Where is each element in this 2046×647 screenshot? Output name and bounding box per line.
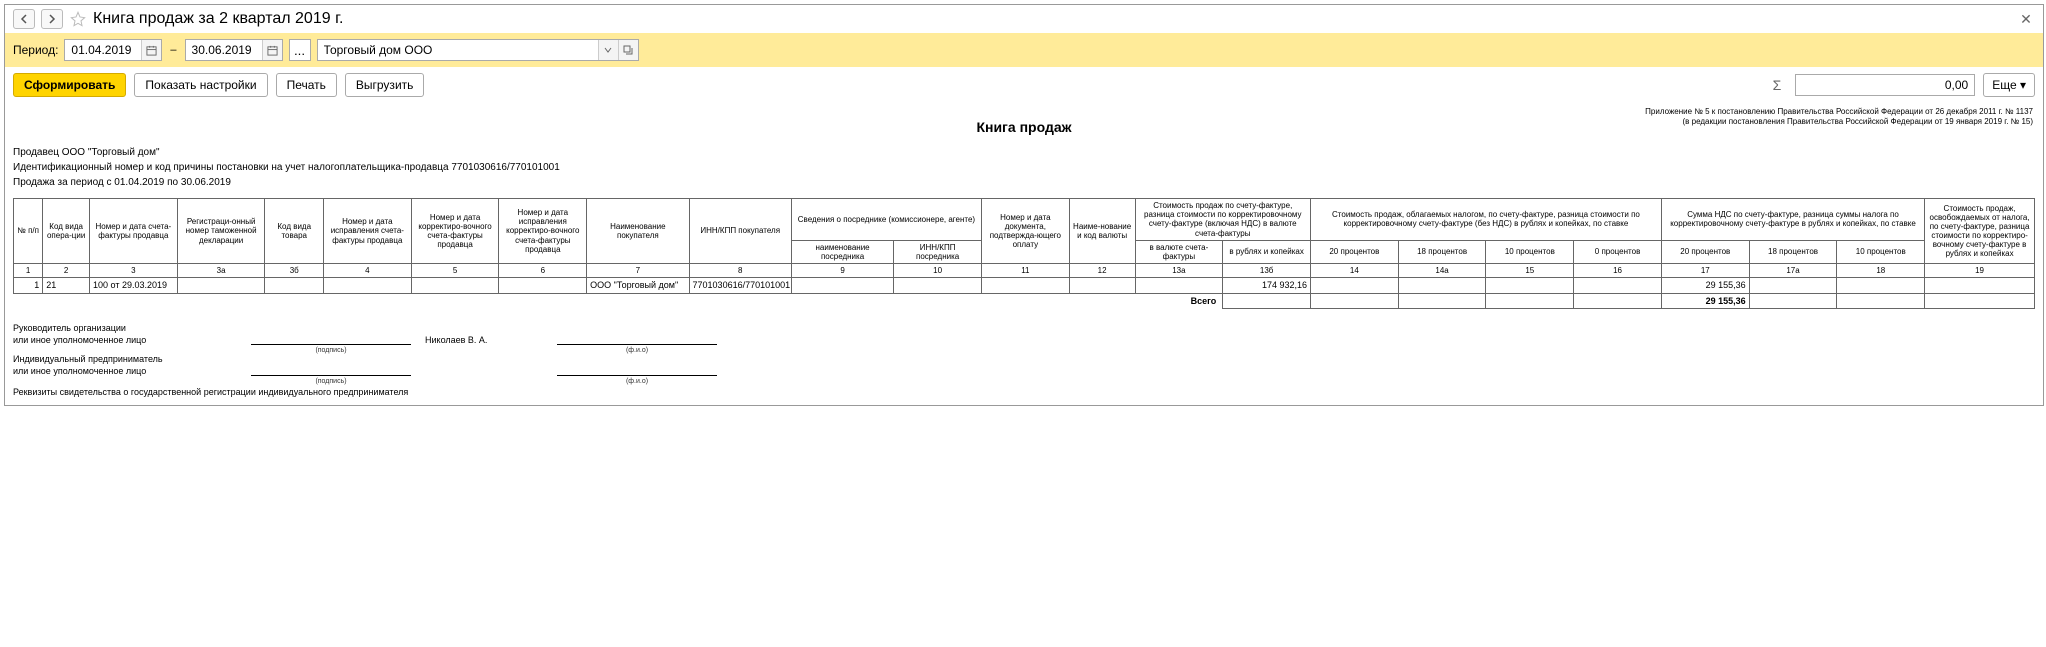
col-tax-20: 20 процентов: [1310, 240, 1398, 263]
head-fio-line: [557, 344, 717, 345]
col-goods-code: Код вида товара: [265, 199, 323, 264]
head-name: Николаев В. А.: [419, 335, 549, 345]
col-exempt: Стоимость продаж, освобождаемых от налог…: [1925, 199, 2035, 264]
col-vat-group: Сумма НДС по счету-фактуре, разница сумм…: [1661, 199, 1924, 241]
export-button[interactable]: Выгрузить: [345, 73, 425, 97]
ip-sign-line: [251, 375, 411, 376]
col-customs: Регистраци-онный номер таможенной деклар…: [177, 199, 265, 264]
sum-icon: Σ: [1767, 77, 1788, 93]
col-tax-18: 18 процентов: [1398, 240, 1486, 263]
col-buyer: Наименование покупателя: [587, 199, 689, 264]
titlebar: Книга продаж за 2 квартал 2019 г. ✕: [5, 5, 2043, 33]
sum-input[interactable]: [1795, 74, 1975, 96]
col-agent-group: Сведения о посреднике (комиссионере, аге…: [791, 199, 981, 241]
head-label-1: Руководитель организации: [13, 323, 243, 333]
col-cost-rub: в рублях и копейках: [1223, 240, 1311, 263]
forward-button[interactable]: [41, 9, 63, 29]
col-cost-currency: в валюте счета-фактуры: [1135, 240, 1223, 263]
settings-button[interactable]: Показать настройки: [134, 73, 267, 97]
period-line: Продажа за период с 01.04.2019 по 30.06.…: [13, 175, 2035, 190]
organization-dropdown[interactable]: [598, 40, 618, 60]
organization-open[interactable]: [618, 40, 638, 60]
col-vat-18: 18 процентов: [1749, 240, 1837, 263]
date-to-input[interactable]: [186, 40, 262, 60]
close-button[interactable]: ✕: [2017, 10, 2035, 28]
legal-note: Приложение № 5 к постановлению Правитель…: [1645, 107, 2033, 126]
date-to-group: [185, 39, 283, 61]
date-from-picker[interactable]: [141, 40, 161, 60]
col-corr-invoice: Номер и дата исправления счета-фактуры п…: [323, 199, 411, 264]
seller-line: Продавец ООО "Торговый дом": [13, 145, 2035, 160]
report-area: Приложение № 5 к постановлению Правитель…: [5, 103, 2043, 405]
more-button[interactable]: Еще ▾: [1983, 73, 2035, 97]
print-button[interactable]: Печать: [276, 73, 337, 97]
col-buyer-inn: ИНН/КПП покупателя: [689, 199, 791, 264]
col-currency: Наиме-нование и код валюты: [1069, 199, 1135, 264]
inn-kpp-line: Идентификационный номер и код причины по…: [13, 160, 2035, 175]
col-paydoc: Номер и дата документа, подтвержда-ющего…: [981, 199, 1069, 264]
back-button[interactable]: [13, 9, 35, 29]
report-meta: Продавец ООО "Торговый дом" Идентификаци…: [13, 145, 2035, 190]
col-invoice: Номер и дата счета-фактуры продавца: [90, 199, 178, 264]
period-label: Период:: [13, 43, 58, 57]
signatures: Руководитель организации или иное уполно…: [13, 323, 2035, 397]
period-select-button[interactable]: ...: [289, 39, 311, 61]
total-row: Всего 29 155,36: [14, 293, 2035, 308]
col-tax-10: 10 процентов: [1486, 240, 1574, 263]
col-n: № п/п: [14, 199, 43, 264]
sales-book-table: № п/п Код вида опера-ции Номер и дата сч…: [13, 198, 2035, 309]
col-agent-inn: ИНН/КПП посредника: [894, 240, 982, 263]
col-code: Код вида опера-ции: [43, 199, 90, 264]
window-title: Книга продаж за 2 квартал 2019 г.: [93, 10, 2011, 28]
col-vat-20: 20 процентов: [1661, 240, 1749, 263]
col-corr3: Номер и дата исправления корректиро-вочн…: [499, 199, 587, 264]
generate-button[interactable]: Сформировать: [13, 73, 126, 97]
col-cost-group: Стоимость продаж по счету-фактуре, разни…: [1135, 199, 1310, 241]
ip-label-2: или иное уполномоченное лицо: [13, 366, 243, 376]
ip-fio-line: [557, 375, 717, 376]
organization-input[interactable]: [318, 40, 598, 60]
favorite-icon[interactable]: [69, 10, 87, 28]
col-vat-10: 10 процентов: [1837, 240, 1925, 263]
window: Книга продаж за 2 квартал 2019 г. ✕ Пери…: [4, 4, 2044, 406]
req-line: Реквизиты свидетельства о государственно…: [13, 387, 2035, 397]
col-taxable-group: Стоимость продаж, облагаемых налогом, по…: [1310, 199, 1661, 241]
col-corr2: Номер и дата корректиро-вочного счета-фа…: [411, 199, 499, 264]
date-to-picker[interactable]: [262, 40, 282, 60]
head-sign-line: [251, 344, 411, 345]
head-label-2: или иное уполномоченное лицо: [13, 335, 243, 345]
table-row[interactable]: 1 21 100 от 29.03.2019 ООО "Торговый дом…: [14, 278, 2035, 293]
col-tax-0: 0 процентов: [1574, 240, 1662, 263]
toolbar: Сформировать Показать настройки Печать В…: [5, 67, 2043, 103]
date-from-input[interactable]: [65, 40, 141, 60]
date-from-group: [64, 39, 162, 61]
dash: –: [168, 44, 178, 56]
organization-group: [317, 39, 639, 61]
col-agent-name: наименование посредника: [791, 240, 893, 263]
ip-label-1: Индивидуальный предприниматель: [13, 354, 243, 364]
filter-bar: Период: – ...: [5, 33, 2043, 67]
